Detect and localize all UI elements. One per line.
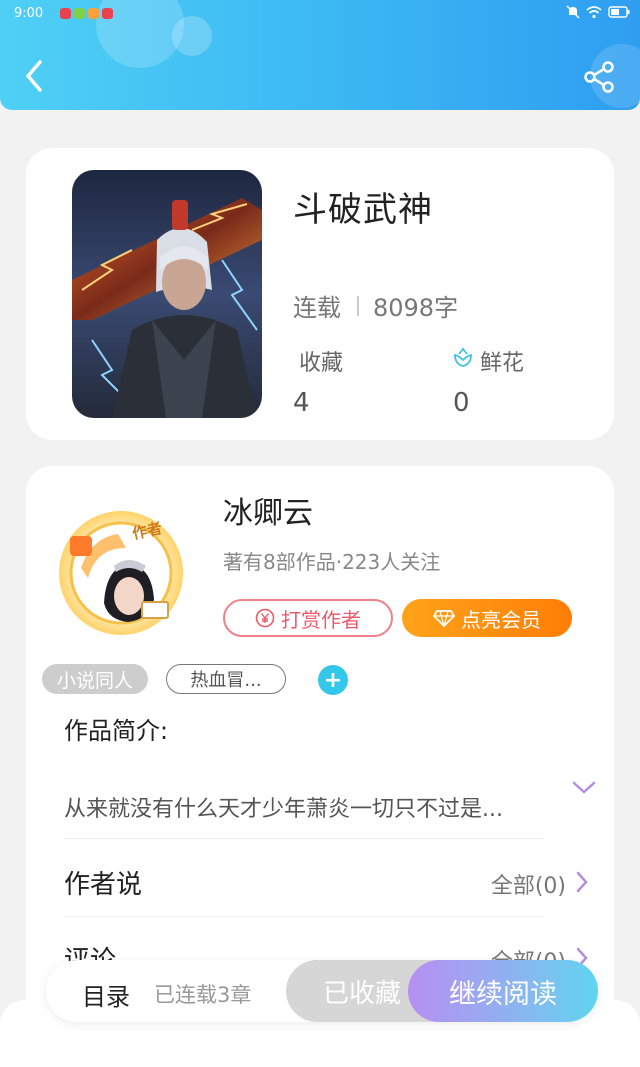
divider bbox=[64, 838, 544, 839]
tip-author-label: 打赏作者 bbox=[281, 607, 361, 632]
add-tag-button[interactable]: + bbox=[318, 665, 348, 695]
flower-icon bbox=[454, 347, 472, 367]
top-header: 9:00 bbox=[0, 0, 640, 110]
app-notification-icon bbox=[60, 8, 71, 19]
yen-coin-icon bbox=[255, 608, 275, 628]
author-meta: 著有8部作品·223人关注 bbox=[223, 550, 441, 574]
tip-author-button[interactable]: 打赏作者 bbox=[223, 599, 393, 637]
intro-text[interactable]: 从来就没有什么天才少年萧炎一切只不过是... bbox=[64, 791, 503, 823]
status-app-icons bbox=[60, 8, 113, 19]
toc-button[interactable]: 目录 bbox=[82, 977, 130, 1012]
continue-reading-button[interactable]: 继续阅读 bbox=[408, 960, 598, 1022]
app-notification-icon bbox=[74, 8, 85, 19]
flowers-count: 0 bbox=[453, 388, 470, 418]
book-info-card: 斗破武神 连载 8098字 收藏 4 鲜花 0 bbox=[26, 148, 614, 440]
wifi-icon bbox=[586, 5, 602, 18]
back-arrow-icon[interactable] bbox=[22, 58, 48, 94]
status-system-icons bbox=[566, 5, 630, 19]
author-notes-more[interactable]: 全部(0) bbox=[491, 868, 566, 900]
diamond-icon bbox=[433, 610, 455, 627]
book-status-line: 连载 8098字 bbox=[293, 288, 458, 323]
vip-button[interactable]: 点亮会员 bbox=[402, 599, 572, 637]
divider bbox=[64, 916, 544, 917]
chevron-right-icon[interactable] bbox=[574, 870, 590, 894]
share-icon[interactable] bbox=[582, 60, 616, 94]
intro-title: 作品简介: bbox=[64, 717, 169, 745]
status-time: 9:00 bbox=[14, 6, 44, 21]
bottom-action-bar: 目录 已连载3章 已收藏 继续阅读 bbox=[46, 960, 598, 1022]
author-card: 作者 冰卿云 著有8部作品·223人关注 打赏作者 点亮会员 小说同人 热血冒.… bbox=[26, 466, 614, 1026]
decor-bubble bbox=[172, 16, 212, 56]
battery-icon bbox=[608, 6, 630, 18]
tag-primary[interactable]: 小说同人 bbox=[42, 664, 148, 694]
app-notification-icon bbox=[88, 8, 99, 19]
favorites-count: 4 bbox=[293, 388, 310, 418]
word-count: 8098字 bbox=[373, 294, 459, 322]
author-notes-title[interactable]: 作者说 bbox=[64, 864, 142, 901]
author-avatar[interactable]: 作者 bbox=[56, 508, 186, 638]
author-name[interactable]: 冰卿云 bbox=[223, 488, 313, 532]
app-notification-icon bbox=[102, 8, 113, 19]
flowers-label: 鲜花 bbox=[480, 351, 525, 376]
chevron-down-icon[interactable] bbox=[571, 778, 597, 798]
book-cover-image[interactable] bbox=[72, 170, 262, 418]
mute-icon bbox=[566, 5, 580, 19]
serial-status: 连载 bbox=[293, 294, 341, 322]
favorites-label: 收藏 bbox=[299, 351, 344, 376]
vip-label: 点亮会员 bbox=[461, 607, 541, 632]
tag-secondary[interactable]: 热血冒... bbox=[166, 664, 286, 694]
chapter-count: 已连载3章 bbox=[154, 983, 252, 1007]
divider bbox=[357, 295, 359, 316]
book-title: 斗破武神 bbox=[293, 190, 433, 230]
